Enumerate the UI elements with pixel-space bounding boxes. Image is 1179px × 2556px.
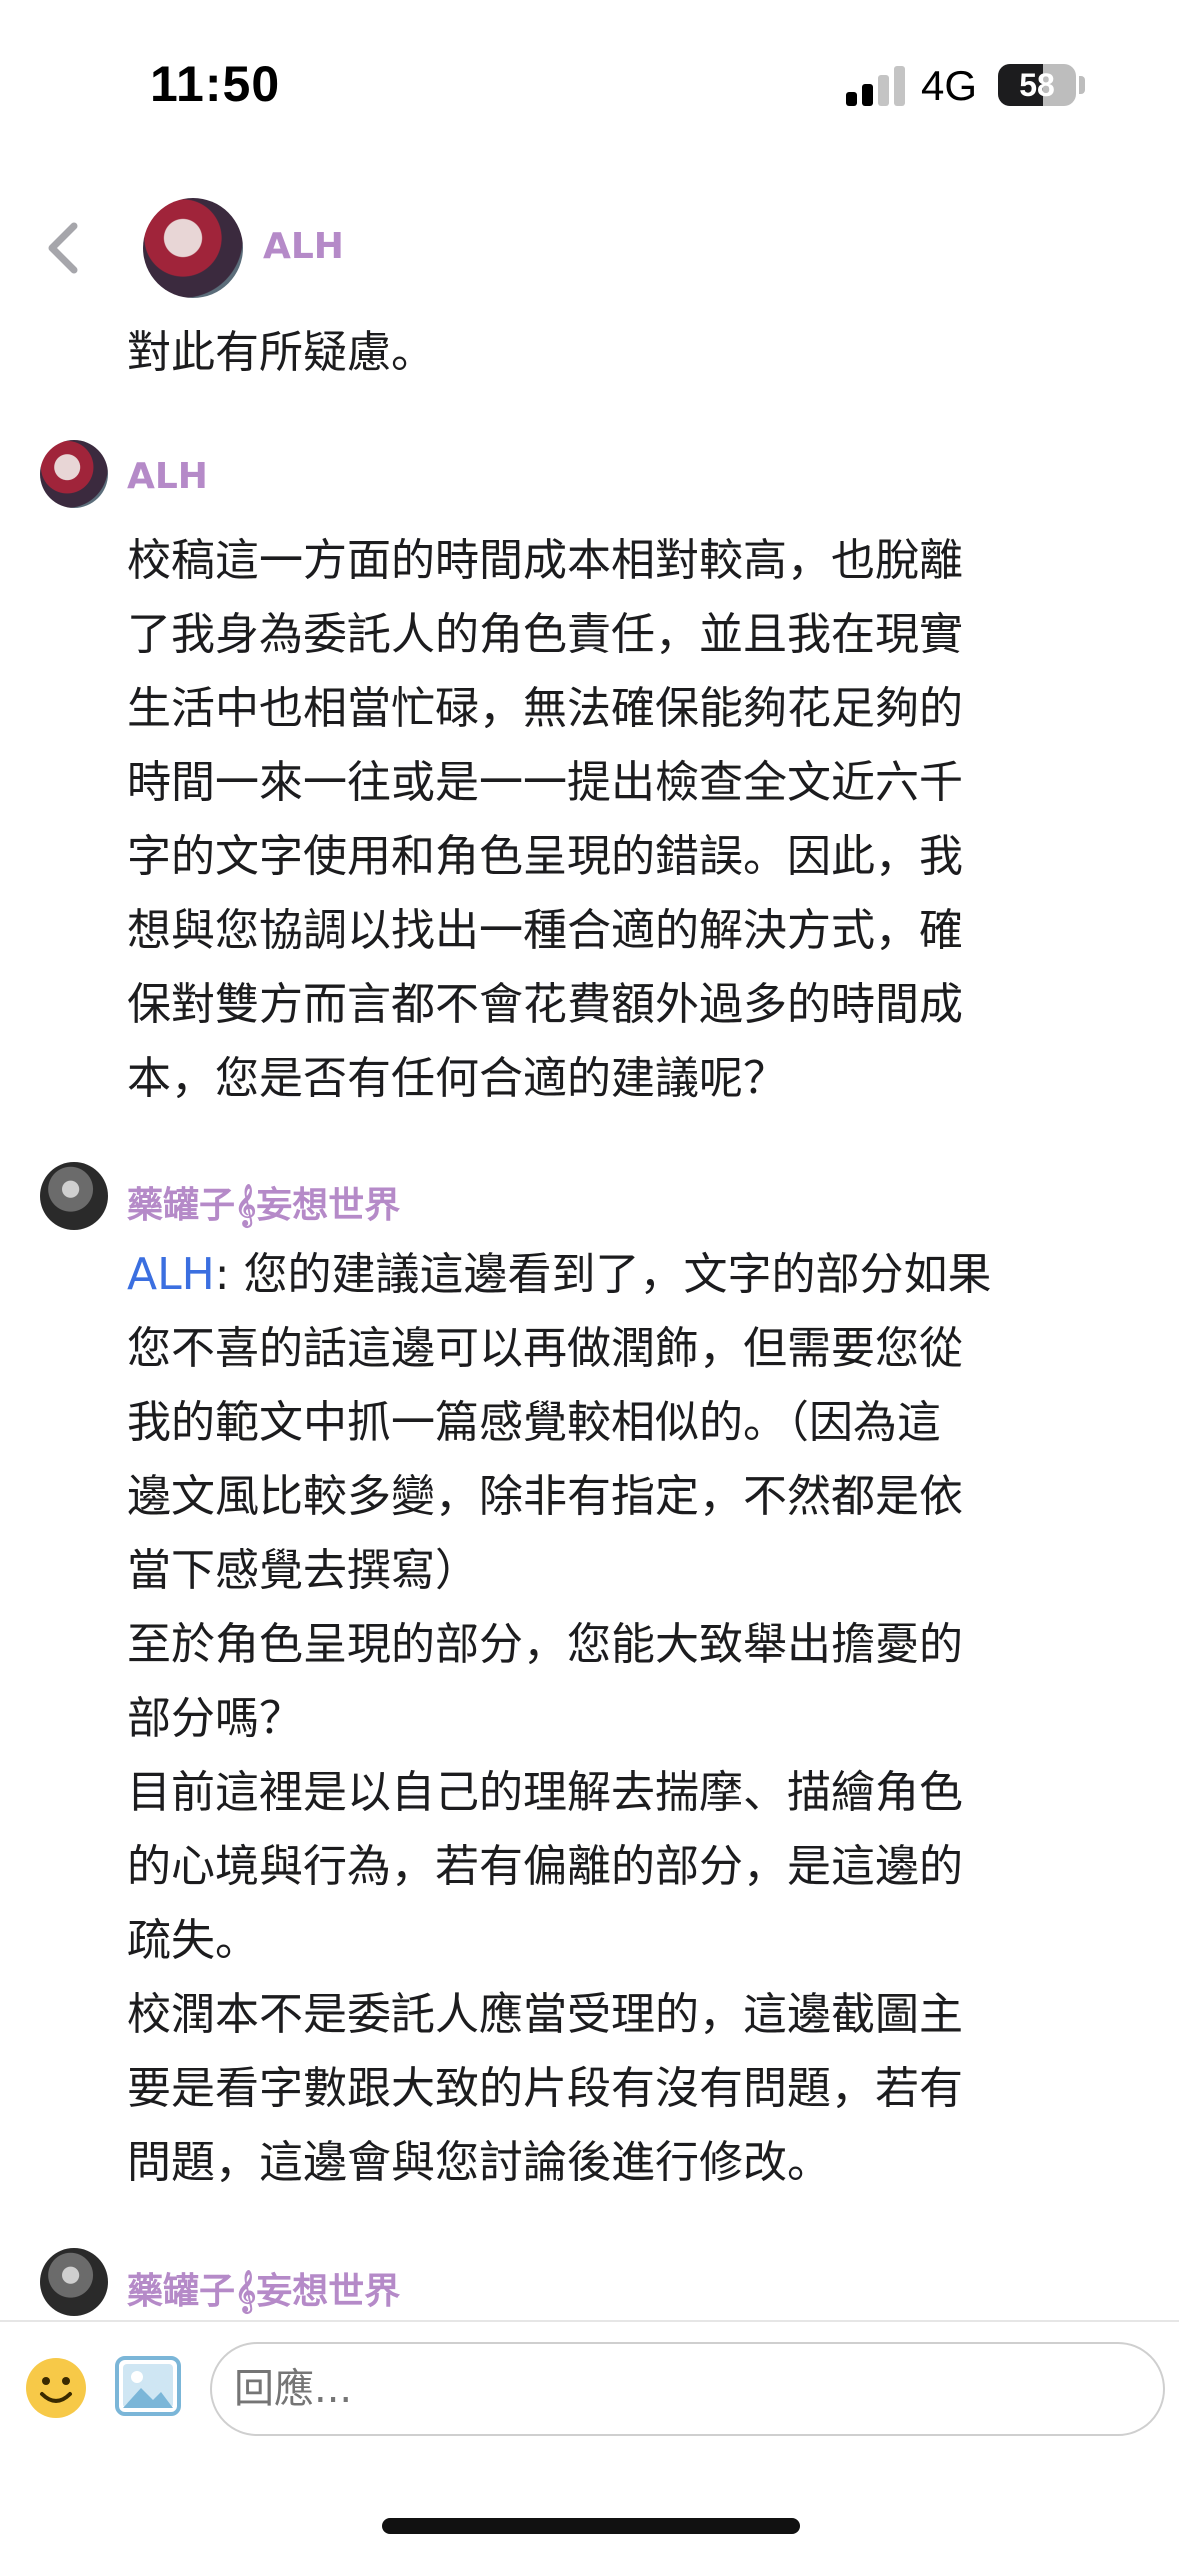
message-line: 的心境與行為，若有偏離的部分，是這邊的 bbox=[127, 1841, 963, 1892]
message-line: 當下感覺去撰寫） bbox=[127, 1545, 479, 1596]
composer-divider bbox=[0, 2320, 1179, 2322]
message-line: 本，您是否有任何合適的建議呢？ bbox=[127, 1053, 787, 1104]
battery-percent: 58 bbox=[1019, 67, 1055, 103]
message-line: 字的文字使用和角色呈現的錯誤。因此，我 bbox=[127, 831, 963, 882]
image-button[interactable] bbox=[115, 2356, 181, 2416]
message-line: ALH: 您的建議這邊看到了，文字的部分如果 bbox=[127, 1238, 1137, 1312]
author-avatar[interactable] bbox=[40, 2248, 108, 2316]
author-avatar[interactable] bbox=[40, 1162, 108, 1230]
home-indicator bbox=[382, 2518, 800, 2534]
message-line: 校稿這一方面的時間成本相對較高，也脫離 bbox=[127, 535, 963, 586]
header-avatar[interactable] bbox=[143, 198, 243, 298]
signal-icon bbox=[846, 62, 906, 106]
message-line: 時間一來一往或是一一提出檢查全文近六千 bbox=[127, 757, 963, 808]
message-body: 校稿這一方面的時間成本相對較高，也脫離 了我身為委託人的角色責任，並且我在現實 … bbox=[127, 524, 1137, 1116]
message-line: 校潤本不是委託人應當受理的，這邊截圖主 bbox=[127, 1989, 963, 2040]
author-name[interactable]: ALH bbox=[127, 456, 208, 497]
message-line: 我的範文中抓一篇感覺較相似的。（因為這 bbox=[127, 1397, 941, 1448]
status-time: 11:50 bbox=[150, 56, 281, 112]
back-button[interactable] bbox=[40, 218, 90, 278]
message-body: 對此有所疑慮。 bbox=[127, 316, 1137, 390]
message-line: 您不喜的話這邊可以再做潤飾，但需要您從 bbox=[127, 1323, 963, 1374]
message-line: 至於角色呈現的部分，您能大致舉出擔憂的 bbox=[127, 1619, 963, 1670]
message-line: 部分嗎？ bbox=[127, 1693, 303, 1744]
message-line: 問題，這邊會與您討論後進行修改。 bbox=[127, 2137, 831, 2188]
network-label: 4G bbox=[921, 62, 978, 109]
message-text: : 您的建議這邊看到了，文字的部分如果 bbox=[214, 1249, 992, 1300]
author-name[interactable]: 藥罐子𝄞妄想世界 bbox=[127, 1176, 400, 1228]
message-line: 疏失。 bbox=[127, 1915, 259, 1966]
message-line: 邊文風比較多變，除非有指定，不然都是依 bbox=[127, 1471, 963, 1522]
battery-icon: 58 bbox=[998, 64, 1076, 106]
image-icon bbox=[115, 2356, 181, 2416]
reply-input[interactable] bbox=[210, 2342, 1165, 2436]
author-name[interactable]: 藥罐子𝄞妄想世界 bbox=[127, 2262, 400, 2314]
message-line: 生活中也相當忙碌，無法確保能夠花足夠的 bbox=[127, 683, 963, 734]
user-mention[interactable]: ALH bbox=[127, 1249, 215, 1300]
chevron-left-icon bbox=[48, 222, 78, 274]
emoji-button[interactable] bbox=[24, 2356, 88, 2420]
message-text: 對此有所疑慮。 bbox=[127, 327, 435, 378]
message-body: ALH: 您的建議這邊看到了，文字的部分如果 您不喜的話這邊可以再做潤飾，但需要… bbox=[127, 1238, 1137, 2200]
message-line: 要是看字數跟大致的片段有沒有問題，若有 bbox=[127, 2063, 963, 2114]
message-line: 目前這裡是以自己的理解去揣摩、描繪角色 bbox=[127, 1767, 963, 1818]
header-user-name[interactable]: ALH bbox=[263, 226, 344, 267]
author-avatar[interactable] bbox=[40, 440, 108, 508]
message-line: 了我身為委託人的角色責任，並且我在現實 bbox=[127, 609, 963, 660]
message-line: 保對雙方而言都不會花費額外過多的時間成 bbox=[127, 979, 963, 1030]
battery-tip bbox=[1079, 76, 1085, 94]
smiley-icon bbox=[26, 2358, 86, 2418]
message-line: 想與您協調以找出一種合適的解決方式，確 bbox=[127, 905, 963, 956]
